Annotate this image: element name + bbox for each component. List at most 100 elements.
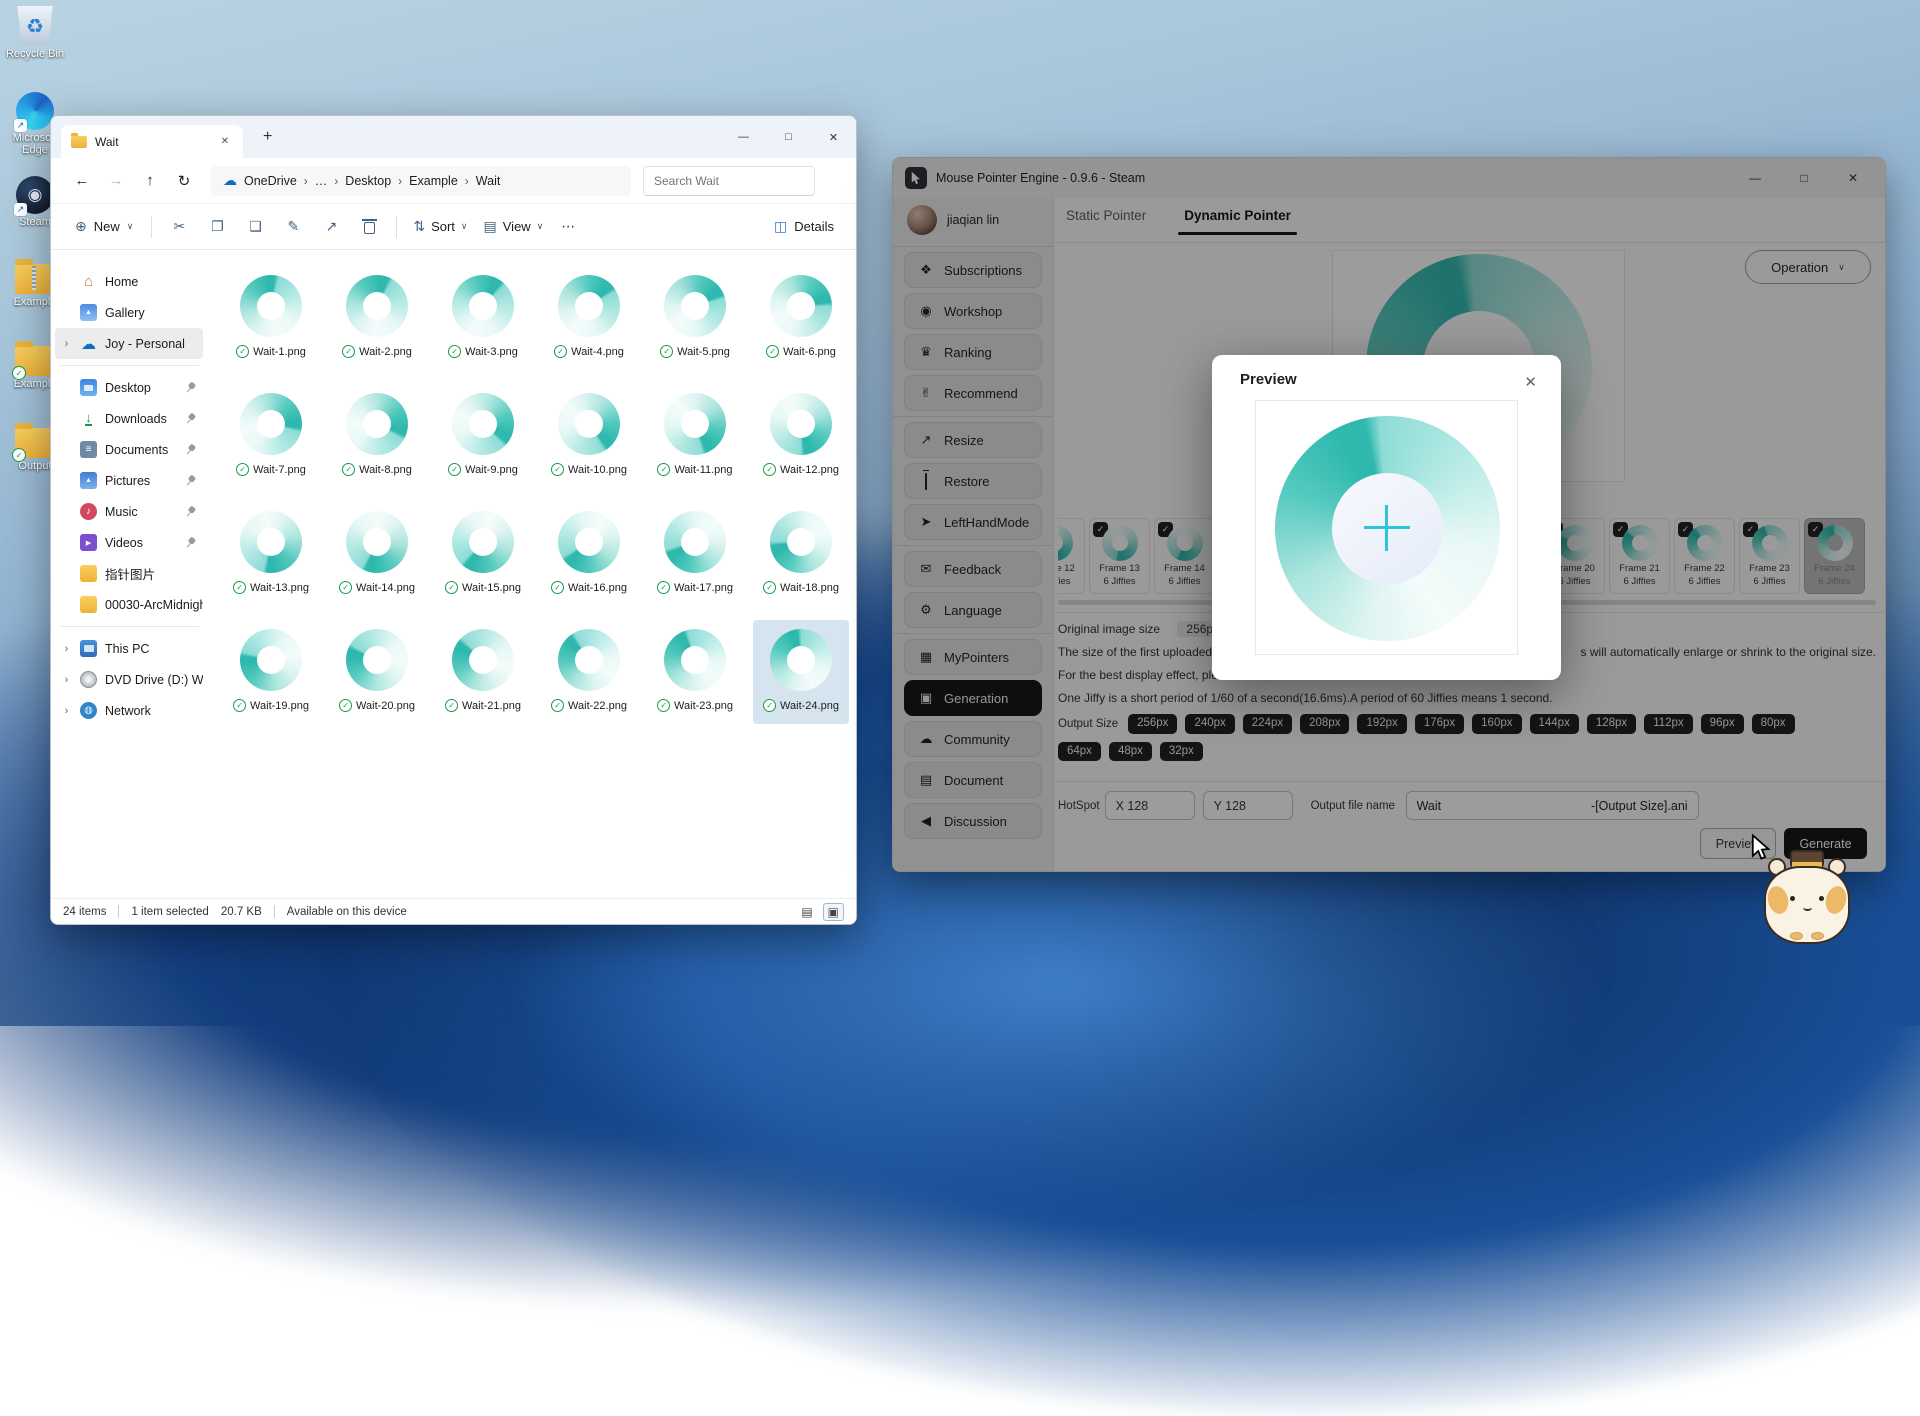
file-name: Wait-11.png	[674, 464, 732, 476]
sidebar-item--[interactable]: 指针图片	[55, 558, 203, 589]
file-tile[interactable]: ✓Wait-19.png	[223, 620, 319, 724]
breadcrumb-item[interactable]: Example	[409, 174, 458, 188]
breadcrumb-item[interactable]: Wait	[476, 174, 501, 188]
file-tile[interactable]: ✓Wait-15.png	[435, 502, 531, 606]
breadcrumb-item[interactable]: Desktop	[345, 174, 391, 188]
cut-button[interactable]: ✂	[160, 211, 198, 243]
chevron-down-icon: ∨	[461, 221, 468, 232]
sidebar-item-label: Pictures	[105, 474, 177, 488]
file-tile[interactable]: ✓Wait-14.png	[329, 502, 425, 606]
thumbnail-view-button[interactable]: ▣	[823, 903, 844, 921]
refresh-button[interactable]: ↻	[167, 172, 201, 190]
file-label: ✓Wait-9.png	[448, 463, 518, 476]
minimize-button[interactable]: —	[721, 116, 766, 158]
sync-check-icon: ✓	[551, 699, 564, 712]
sidebar-item-home[interactable]: Home	[55, 266, 203, 297]
file-tile[interactable]: ✓Wait-2.png	[329, 266, 425, 370]
sync-check-icon: ✓	[342, 345, 355, 358]
file-label: ✓Wait-8.png	[342, 463, 412, 476]
file-thumbnail	[757, 270, 845, 342]
sidebar-divider	[61, 365, 199, 366]
file-tile[interactable]: ✓Wait-16.png	[541, 502, 637, 606]
file-tile[interactable]: ✓Wait-5.png	[647, 266, 743, 370]
hamster-eye	[1790, 896, 1795, 901]
share-button[interactable]: ↗	[312, 211, 350, 243]
forward-button[interactable]: →	[99, 172, 133, 189]
file-thumbnail	[757, 388, 845, 460]
back-button[interactable]: ←	[65, 172, 99, 189]
file-name: Wait-16.png	[568, 582, 627, 594]
close-button[interactable]: ✕	[811, 116, 856, 158]
breadcrumb-item[interactable]: OneDrive	[244, 174, 297, 188]
new-tab-button[interactable]: +	[255, 126, 280, 148]
details-button[interactable]: ◫ Details	[766, 211, 842, 243]
delete-button[interactable]	[350, 211, 388, 243]
sort-button[interactable]: ⇅ Sort ∨	[405, 211, 475, 243]
file-tile[interactable]: ✓Wait-13.png	[223, 502, 319, 606]
modal-close-icon[interactable]: ✕	[1520, 369, 1541, 395]
new-button[interactable]: ⊕ New ∨	[65, 211, 143, 243]
sidebar-item-pictures[interactable]: Pictures	[55, 465, 203, 496]
video-icon	[80, 534, 97, 551]
example-icon: ✓	[15, 346, 55, 376]
file-label: ✓Wait-6.png	[766, 345, 836, 358]
steam-icon: ↗	[16, 176, 54, 214]
file-tile[interactable]: ✓Wait-21.png	[435, 620, 531, 724]
chevron-right-icon: ›	[465, 174, 469, 188]
file-tile[interactable]: ✓Wait-18.png	[753, 502, 849, 606]
rename-button[interactable]: ✎	[274, 211, 312, 243]
file-tile[interactable]: ✓Wait-1.png	[223, 266, 319, 370]
file-tile[interactable]: ✓Wait-3.png	[435, 266, 531, 370]
file-tile[interactable]: ✓Wait-6.png	[753, 266, 849, 370]
file-tile[interactable]: ✓Wait-20.png	[329, 620, 425, 724]
file-tile[interactable]: ✓Wait-23.png	[647, 620, 743, 724]
view-button[interactable]: ▤ View ∨	[476, 211, 552, 243]
sidebar-item-gallery[interactable]: Gallery	[55, 297, 203, 328]
explorer-tab[interactable]: Wait ✕	[61, 125, 243, 158]
paste-button[interactable]: ❏	[236, 211, 274, 243]
file-label: ✓Wait-20.png	[339, 699, 415, 712]
spinner-thumbnail	[558, 511, 620, 573]
file-name: Wait-7.png	[253, 464, 306, 476]
desktop-icon-label: Output	[18, 460, 51, 472]
up-button[interactable]: ↑	[133, 172, 167, 189]
file-tile[interactable]: ✓Wait-24.png	[753, 620, 849, 724]
pin-icon	[182, 473, 197, 489]
sidebar-item-videos[interactable]: Videos	[55, 527, 203, 558]
file-tile[interactable]: ✓Wait-7.png	[223, 384, 319, 488]
divider	[151, 216, 152, 238]
file-tile[interactable]: ✓Wait-11.png	[647, 384, 743, 488]
sidebar-item-this-pc[interactable]: ›This PC	[55, 633, 203, 664]
file-name: Wait-17.png	[674, 582, 733, 594]
sidebar-item-00030-arcmidnight[interactable]: 00030-ArcMidnight	[55, 589, 203, 620]
sidebar-item-downloads[interactable]: Downloads	[55, 403, 203, 434]
sidebar-item-network[interactable]: ›Network	[55, 695, 203, 726]
copy-button[interactable]: ❐	[198, 211, 236, 243]
search-input[interactable]	[643, 166, 815, 196]
tab-close-icon[interactable]: ✕	[217, 134, 233, 149]
details-view-button[interactable]: ▤	[797, 904, 816, 920]
breadcrumb-ellipsis[interactable]: …	[315, 174, 328, 188]
folder-icon	[80, 596, 97, 613]
file-tile[interactable]: ✓Wait-22.png	[541, 620, 637, 724]
spinner-thumbnail	[346, 629, 408, 691]
breadcrumb[interactable]: ☁OneDrive›…›Desktop›Example›Wait	[211, 166, 631, 196]
file-tile[interactable]: ✓Wait-17.png	[647, 502, 743, 606]
hamster-eye	[1819, 896, 1824, 901]
desktop-icon-recycle-bin[interactable]: Recycle Bin	[4, 6, 66, 60]
sidebar-item-joy-personal[interactable]: ›Joy - Personal	[55, 328, 203, 359]
maximize-button[interactable]: □	[766, 116, 811, 158]
sync-check-icon: ✓	[342, 463, 355, 476]
file-tile[interactable]: ✓Wait-9.png	[435, 384, 531, 488]
sidebar-item-desktop[interactable]: Desktop	[55, 372, 203, 403]
file-tile[interactable]: ✓Wait-10.png	[541, 384, 637, 488]
more-options-button[interactable]: ⋯	[551, 218, 585, 235]
spinner-thumbnail	[240, 629, 302, 691]
sidebar-item-dvd-drive-d-win[interactable]: ›DVD Drive (D:) Win	[55, 664, 203, 695]
file-tile[interactable]: ✓Wait-12.png	[753, 384, 849, 488]
file-tile[interactable]: ✓Wait-4.png	[541, 266, 637, 370]
sidebar-item-music[interactable]: Music	[55, 496, 203, 527]
sidebar-item-documents[interactable]: Documents	[55, 434, 203, 465]
file-tile[interactable]: ✓Wait-8.png	[329, 384, 425, 488]
explorer-tab-bar: Wait ✕ + — □ ✕	[51, 116, 856, 158]
